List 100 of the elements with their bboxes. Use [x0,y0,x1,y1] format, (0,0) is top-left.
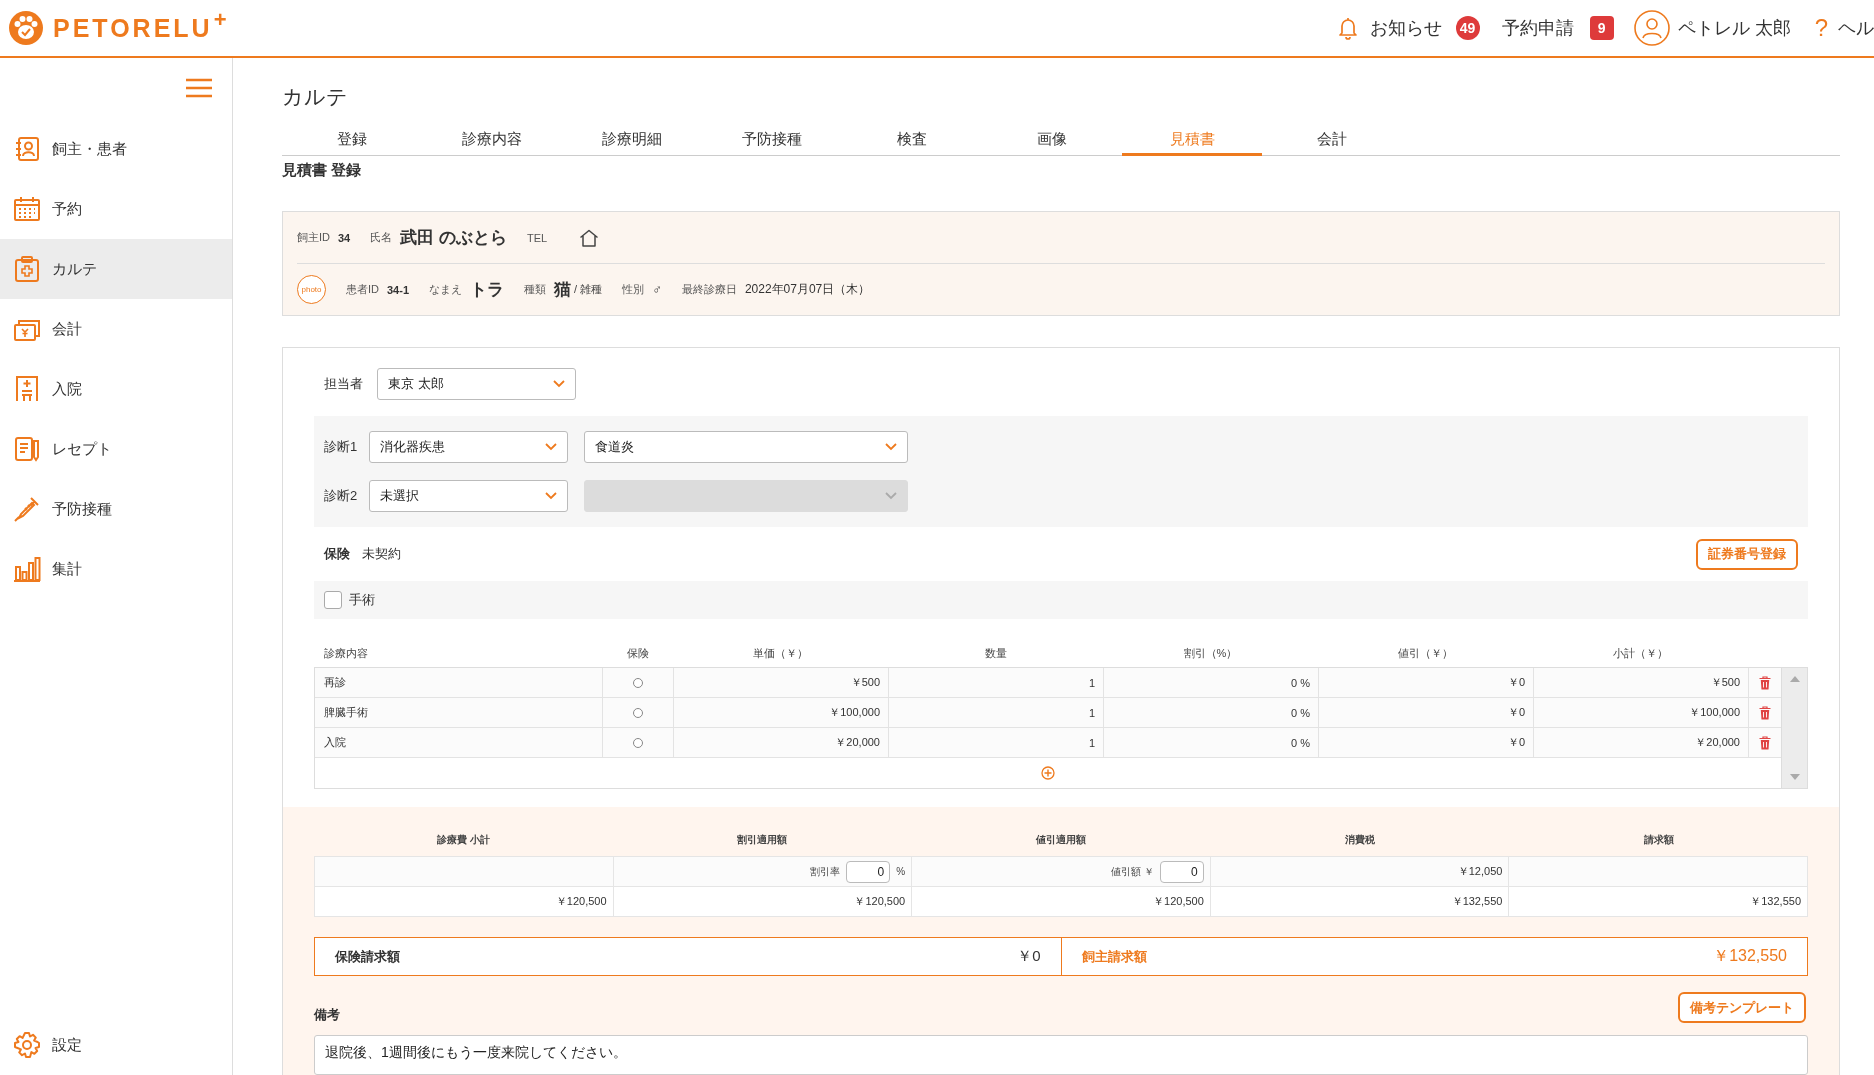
table-cell: 1 [889,728,1104,757]
section-title: 見積書 登録 [282,160,363,180]
summary-cell: ￥120,500 [613,887,913,917]
owner-id-label: 飼主ID [297,230,330,245]
table-header-cell-text: 割引（%） [1182,646,1239,661]
insurance-radio[interactable] [633,707,643,718]
settings-item[interactable]: 設定 [0,1015,232,1075]
table-cell: 脾臓手術 [315,698,603,727]
table-cell: ￥500 [674,668,889,697]
diagnosis-detail-select[interactable]: 食道炎 [584,431,908,463]
owner-billing-label: 飼主請求額 [1081,947,1147,966]
logo-text: PETORELU$^{+}$ [53,13,230,43]
chevron-down-icon [885,492,897,500]
tab[interactable]: 登録 [282,125,422,156]
diagnosis-category-select[interactable]: 消化器疾患 [369,431,568,463]
patient-id-label: 患者ID [346,282,379,297]
trash-icon[interactable] [1759,735,1771,750]
table-cell: 1 [889,698,1104,727]
insurance-radio[interactable] [633,737,643,748]
insurance-billing-amount: ￥0 [1017,947,1041,966]
table-header-cell-text: 小計（￥） [1612,646,1669,661]
chevron-down-icon [545,443,557,451]
summary-cell: ￥120,500 [912,887,1211,917]
table-cell: ￥0 [1319,698,1534,727]
user-name[interactable]: ペトレル 太郎 [1677,16,1791,40]
trash-icon[interactable] [1759,705,1771,720]
table-header-cell-text: 単価（￥） [752,646,809,661]
sex-value: ♂ [652,282,662,297]
summary-cell: ￥132,550 [1210,887,1510,917]
table-header-cell-text: 数量 [983,646,1008,661]
table-cell: ￥0 [1319,668,1534,697]
owner-billing-amount: ￥132,550 [1713,946,1787,966]
scroll-up-icon[interactable] [1789,676,1800,682]
insurance-radio[interactable] [633,677,643,688]
insurance-billing-label: 保険請求額 [335,947,400,966]
last-visit-label: 最終診療日 [681,282,737,297]
table-cell: ￥500 [1534,668,1749,697]
table-cell: ￥100,000 [674,698,889,727]
tab[interactable]: 会計 [1262,125,1402,156]
table-cell: 0 % [1104,728,1319,757]
discount-amount-input[interactable]: 0 [1159,860,1204,883]
tax-cell: ￥12,050 [1210,857,1510,887]
owner-name-label: 氏名 [370,230,393,245]
pet-name-label: なまえ [429,282,463,297]
table-cell: ￥20,000 [674,728,889,757]
notice-count-badge: 49 [1455,16,1480,40]
table-header-cell-text: 保険 [625,646,650,661]
notes-field[interactable]: 退院後、1週間後にもう一度来院してください。 [314,1035,1808,1075]
table-cell: 再診 [315,668,603,697]
summary-header-cell-text: 請求額 [1642,833,1675,847]
species: 猫 [554,279,572,301]
table-cell: ￥0 [1319,728,1534,757]
syringe-icon [13,495,41,523]
patient-id: 34-1 [387,283,410,296]
scroll-down-icon[interactable] [1789,774,1800,780]
tab[interactable]: 画像 [982,125,1122,156]
tab[interactable]: 予防接種 [702,125,842,156]
surgery-checkbox[interactable] [324,591,342,610]
sex-label: 性別 [622,282,645,297]
user-avatar-icon[interactable] [1633,10,1670,46]
owner-name: 武田 のぶとら [400,227,507,249]
breed: / 雑種 [574,282,603,297]
table-scrollbar[interactable] [1781,668,1807,788]
add-row-icon[interactable] [1041,766,1055,780]
trash-icon[interactable] [1759,675,1771,690]
summary-header-cell-text: 割引適用額 [736,833,789,847]
percent-unit: % [896,866,906,877]
bell-icon[interactable] [1337,16,1358,40]
reservation-requests-link[interactable]: 予約申請 [1501,16,1574,40]
table-cell: 0 % [1104,698,1319,727]
diagnosis-category-select[interactable]: 未選択 [369,480,568,512]
notices-link[interactable]: お知らせ [1369,16,1442,40]
document-pen-icon [13,435,41,463]
help-link[interactable]: ヘル [1838,16,1874,40]
bar-chart-icon [13,555,41,583]
owner-id: 34 [338,231,351,244]
contact-book-icon [13,135,41,163]
paw-logo-icon [9,11,43,45]
notes-label: 備考 [314,1005,340,1024]
staff-label: 担当者 [324,375,363,393]
tel-label: TEL [527,231,548,244]
staff-select[interactable]: 東京 太郎 [377,368,576,400]
photo-label: photo [301,284,322,295]
diagnosis-label: 診断1 [324,438,359,456]
pet-name: トラ [470,279,505,301]
settings-icon [13,1031,41,1059]
tab[interactable]: 診療内容 [422,125,562,156]
discount-rate-input[interactable]: 0 [846,860,891,883]
page-title: カルテ [282,84,349,110]
menu-icon[interactable] [186,78,212,98]
discount-rate-label: 割引率 [810,864,841,879]
tab[interactable]: 診療明細 [562,125,702,156]
discount-amount-label: 値引額 ￥ [1111,864,1154,879]
home-icon[interactable] [579,228,600,247]
table-header-cell-text: 診療内容 [323,646,369,661]
table-cell: ￥100,000 [1534,698,1749,727]
sidebar-item[interactable]: カルテ [0,239,232,299]
tab[interactable]: 検査 [842,125,982,156]
summary-header-cell-text: 消費税 [1343,833,1376,847]
species-label: 種類 [524,282,547,297]
